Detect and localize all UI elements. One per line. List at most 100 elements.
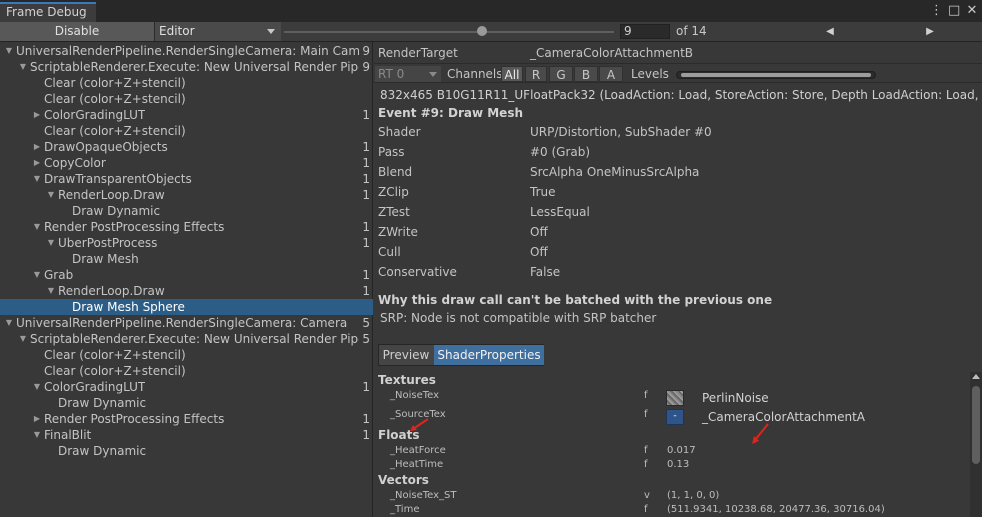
expanded-arrow-icon[interactable]: ▼ <box>32 379 42 395</box>
shader-properties-list: Textures _NoiseTex f PerlinNoise _Source… <box>374 372 982 517</box>
tree-row-label: UberPostProcess <box>58 236 158 250</box>
disable-button[interactable]: Disable <box>0 22 155 41</box>
tree-row-label: ScriptableRenderer.Execute: New Universa… <box>30 60 359 74</box>
tree-row[interactable]: Draw Dynamic <box>0 395 373 411</box>
annotation-arrow-icon <box>752 423 769 444</box>
frame-total-label: of 14 <box>676 24 707 38</box>
tree-row[interactable]: ▼ UniversalRenderPipeline.RenderSingleCam… <box>0 315 373 331</box>
expanded-arrow-icon[interactable]: ▼ <box>4 315 14 331</box>
tree-row-count: 1 <box>362 188 370 202</box>
render-target-value: _CameraColorAttachmentB <box>530 46 694 60</box>
tree-row[interactable]: ▼ RenderLoop.Draw 1 <box>0 187 373 203</box>
texture-thumbnail[interactable] <box>666 390 684 406</box>
expanded-arrow-icon[interactable]: ▼ <box>18 331 28 347</box>
vertical-scrollbar[interactable] <box>970 372 982 517</box>
expanded-arrow-icon[interactable]: ▼ <box>46 235 56 251</box>
tab-preview[interactable]: Preview <box>379 345 433 365</box>
tree-row[interactable]: Clear (color+Z+stencil) <box>0 91 373 107</box>
next-event-button[interactable]: ▶ <box>880 22 980 41</box>
tree-row-count: 1 <box>362 108 370 122</box>
frame-debug-toolbar: Disable Editor 9 of 14 ◀ ▶ <box>0 22 982 42</box>
tree-row[interactable]: Clear (color+Z+stencil) <box>0 347 373 363</box>
vectors-heading: Vectors <box>378 473 429 487</box>
property-value: 0.017 <box>667 445 696 456</box>
close-icon[interactable]: ✕ <box>966 3 978 19</box>
channel-all-button[interactable]: All <box>501 66 523 82</box>
target-dropdown[interactable]: Editor <box>155 22 281 41</box>
tree-row[interactable]: ▼ ScriptableRenderer.Execute: New Univers… <box>0 59 373 75</box>
expanded-arrow-icon[interactable]: ▼ <box>32 219 42 235</box>
texture-name: _CameraColorAttachmentA <box>702 410 865 424</box>
property-key: Blend <box>378 165 413 179</box>
channel-g-button[interactable]: G <box>549 66 573 82</box>
channel-r-button[interactable]: R <box>525 66 547 82</box>
channel-b-button[interactable]: B <box>574 66 598 82</box>
expanded-arrow-icon[interactable]: ▼ <box>32 171 42 187</box>
collapsed-arrow-icon[interactable]: ▶ <box>32 107 42 123</box>
scrollbar-thumb[interactable] <box>972 386 980 464</box>
tree-row[interactable]: ▼ Render PostProcessing Effects 1 <box>0 219 373 235</box>
frame-index-input[interactable]: 9 <box>620 24 670 39</box>
tab-shader-properties[interactable]: ShaderProperties <box>434 345 544 365</box>
tab-frame-debug[interactable]: Frame Debug <box>0 2 96 22</box>
collapsed-arrow-icon[interactable]: ▶ <box>32 139 42 155</box>
levels-range-fill[interactable] <box>681 73 871 77</box>
tree-row-label: Clear (color+Z+stencil) <box>44 92 186 106</box>
tree-row[interactable]: ▼ RenderLoop.Draw 1 <box>0 283 373 299</box>
event-property-row: Blend SrcAlpha OneMinusSrcAlpha <box>374 162 982 182</box>
event-property-row: ZTest LessEqual <box>374 202 982 222</box>
tree-row[interactable]: ▼ Grab 1 <box>0 267 373 283</box>
rt-select-dropdown[interactable]: RT 0 <box>375 66 441 82</box>
event-property-row: Cull Off <box>374 242 982 262</box>
texture-thumbnail[interactable]: - <box>666 409 684 425</box>
expanded-arrow-icon[interactable]: ▼ <box>18 59 28 75</box>
render-target-controls: RT 0 Channels All R G B A Levels <box>374 63 982 83</box>
tree-row-label: Draw Dynamic <box>58 444 147 458</box>
tree-row[interactable]: Clear (color+Z+stencil) <box>0 75 373 91</box>
expanded-arrow-icon[interactable]: ▼ <box>4 43 14 59</box>
more-icon[interactable]: ⋮ <box>930 3 943 19</box>
frame-slider-thumb[interactable] <box>477 26 487 36</box>
property-name: _HeatForce <box>390 445 446 456</box>
collapsed-arrow-icon[interactable]: ▶ <box>32 411 42 427</box>
tree-row[interactable]: ▼ FinalBlit 1 <box>0 427 373 443</box>
tree-row[interactable]: Draw Mesh <box>0 251 373 267</box>
tree-row[interactable]: Clear (color+Z+stencil) <box>0 123 373 139</box>
chevron-down-icon <box>267 29 275 34</box>
property-name: _NoiseTex <box>390 390 440 401</box>
scroll-up-icon[interactable] <box>972 374 980 379</box>
expanded-arrow-icon[interactable]: ▼ <box>32 427 42 443</box>
frame-slider-track[interactable] <box>284 31 614 33</box>
tree-row[interactable]: ▼ ColorGradingLUT 1 <box>0 379 373 395</box>
levels-range-slider[interactable] <box>676 71 876 79</box>
render-target-label: RenderTarget <box>378 46 458 60</box>
tree-row[interactable]: ▶ DrawOpaqueObjects 1 <box>0 139 373 155</box>
tree-row[interactable]: Draw Mesh Sphere <box>0 299 373 315</box>
tree-row[interactable]: ▼ UniversalRenderPipeline.RenderSingleCam… <box>0 43 373 59</box>
expanded-arrow-icon[interactable]: ▼ <box>32 267 42 283</box>
property-type: f <box>644 445 648 456</box>
tree-row-count: 1 <box>362 156 370 170</box>
expanded-arrow-icon[interactable]: ▼ <box>46 187 56 203</box>
tree-row[interactable]: ▶ ColorGradingLUT 1 <box>0 107 373 123</box>
tree-row[interactable]: Draw Dynamic <box>0 203 373 219</box>
maximize-icon[interactable]: □ <box>948 3 960 19</box>
collapsed-arrow-icon[interactable]: ▶ <box>32 155 42 171</box>
details-tab-bar: Preview ShaderProperties <box>378 344 544 366</box>
chevron-down-icon <box>429 72 437 77</box>
channel-a-button[interactable]: A <box>599 66 623 82</box>
expanded-arrow-icon[interactable]: ▼ <box>46 283 56 299</box>
target-dropdown-value: Editor <box>159 24 195 38</box>
tree-row[interactable]: ▶ Render PostProcessing Effects 1 <box>0 411 373 427</box>
previous-event-button[interactable]: ◀ <box>780 22 880 41</box>
tree-row[interactable]: ▼ UberPostProcess 1 <box>0 235 373 251</box>
tree-row[interactable]: ▼ DrawTransparentObjects 1 <box>0 171 373 187</box>
tree-row[interactable]: ▶ CopyColor 1 <box>0 155 373 171</box>
tree-row[interactable]: Draw Dynamic <box>0 443 373 459</box>
tree-row-label: ScriptableRenderer.Execute: New Universa… <box>30 332 359 346</box>
tree-row-count: 1 <box>362 172 370 186</box>
tree-row[interactable]: ▼ ScriptableRenderer.Execute: New Univers… <box>0 331 373 347</box>
event-property-row: Pass #0 (Grab) <box>374 142 982 162</box>
tree-row[interactable]: Clear (color+Z+stencil) <box>0 363 373 379</box>
tree-row-label: RenderLoop.Draw <box>58 188 165 202</box>
